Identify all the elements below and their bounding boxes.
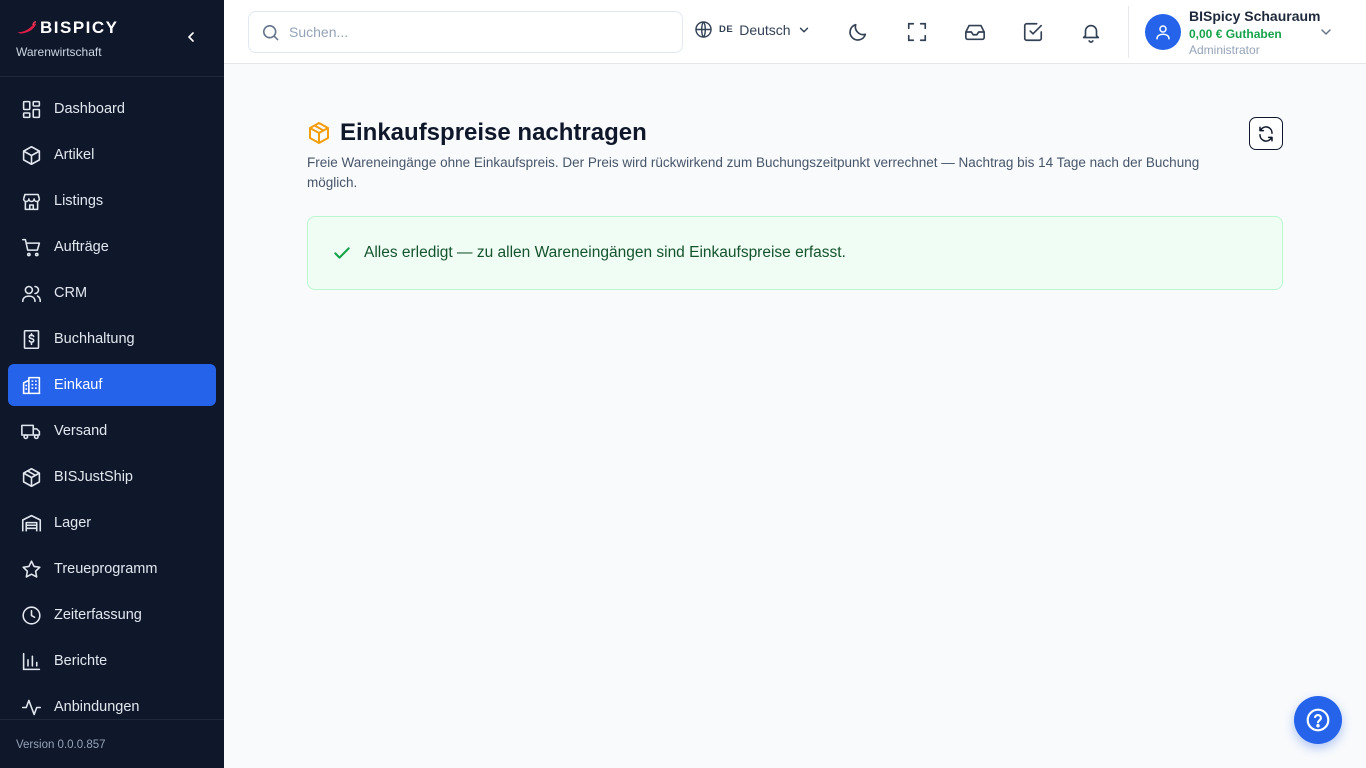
sidebar-item-treueprogramm[interactable]: Treueprogramm <box>8 548 216 590</box>
fullscreen-button[interactable] <box>905 20 929 44</box>
cart-icon <box>20 236 42 258</box>
language-code: DE <box>719 24 734 35</box>
success-message: Alles erledigt — zu allen Wareneingängen… <box>364 244 846 261</box>
sidebar-item-berichte[interactable]: Berichte <box>8 640 216 682</box>
language-selector[interactable]: DE Deutsch <box>694 20 811 39</box>
help-button[interactable] <box>1294 696 1342 744</box>
dashboard-icon <box>20 98 42 120</box>
chevron-down-icon <box>799 27 808 32</box>
chevron-left-icon <box>188 32 194 42</box>
moon-icon <box>849 23 867 41</box>
page-description: Freie Wareneingänge ohne Einkaufspreis. … <box>307 155 1200 190</box>
avatar[interactable] <box>1145 14 1181 50</box>
topbar: DE Deutsch BISpicy Schauraum 0,00 € Guth… <box>224 0 1366 64</box>
user-credit: 0,00 € Guthaben <box>1189 27 1282 41</box>
sidebar-item-label: Treueprogramm <box>54 561 158 577</box>
page-title-row: Einkaufspreise nachtragen <box>307 119 1237 147</box>
sidebar-item-dashboard[interactable]: Dashboard <box>8 88 216 130</box>
chili-icon <box>18 21 37 34</box>
language-label: Deutsch <box>739 21 791 38</box>
star-icon <box>20 558 42 580</box>
help-circle-icon <box>1306 708 1330 732</box>
sidebar-item-artikel[interactable]: Artikel <box>8 134 216 176</box>
building-icon <box>20 374 42 396</box>
sidebar-nav: Dashboard Artikel Listings Aufträge CRM <box>0 77 224 728</box>
sidebar-item-label: BISJustShip <box>54 469 133 485</box>
package-icon <box>20 466 42 488</box>
box-icon <box>20 144 42 166</box>
sidebar-item-label: Anbindungen <box>54 699 140 715</box>
globe-icon <box>695 21 712 38</box>
sidebar: BISPICY Warenwirtschaft Dashboard Artike… <box>0 0 224 768</box>
sidebar-item-versand[interactable]: Versand <box>8 410 216 452</box>
bell-icon <box>1082 24 1100 43</box>
sidebar-item-label: Einkauf <box>54 377 103 393</box>
warehouse-icon <box>20 512 42 534</box>
chevron-down-icon <box>1321 29 1331 35</box>
clock-icon <box>20 604 42 626</box>
tasks-button[interactable] <box>1021 20 1045 44</box>
sidebar-item-label: Buchhaltung <box>54 331 135 347</box>
search-box[interactable] <box>248 11 683 53</box>
user-menu-toggle[interactable] <box>1318 24 1334 45</box>
sidebar-item-bisjustship[interactable]: BISJustShip <box>8 456 216 498</box>
brand-area: BISPICY Warenwirtschaft <box>0 0 224 77</box>
inbox-button[interactable] <box>963 20 987 44</box>
topbar-divider <box>1128 6 1129 58</box>
sidebar-item-buchhaltung[interactable]: Buchhaltung <box>8 318 216 360</box>
check-icon <box>334 247 350 259</box>
sidebar-item-label: Aufträge <box>54 239 109 255</box>
sidebar-item-label: Lager <box>54 515 92 531</box>
page-title: Einkaufspreise nachtragen <box>340 119 647 146</box>
package-icon <box>309 122 329 144</box>
search-icon <box>262 24 279 40</box>
sidebar-item-label: Dashboard <box>54 101 125 117</box>
success-alert: Alles erledigt — zu allen Wareneingängen… <box>307 216 1283 290</box>
main-content: Einkaufspreise nachtragen Freie Warenein… <box>224 64 1366 768</box>
inbox-icon <box>965 24 985 41</box>
page-header: Einkaufspreise nachtragen Freie Warenein… <box>307 119 1237 193</box>
sidebar-item-label: Listings <box>54 193 104 209</box>
brand-name: BISPICY <box>40 18 119 37</box>
user-name: BISpicy Schauraum <box>1189 8 1321 24</box>
activity-icon <box>20 696 42 718</box>
notifications-button[interactable] <box>1079 20 1103 44</box>
refresh-icon <box>1259 125 1273 142</box>
user-role: Administrator <box>1189 43 1260 57</box>
bar-chart-icon <box>20 650 42 672</box>
sidebar-item-einkauf[interactable]: Einkauf <box>8 364 216 406</box>
sidebar-item-label: Versand <box>54 423 108 439</box>
search-input[interactable] <box>289 24 669 40</box>
sidebar-item-crm[interactable]: CRM <box>8 272 216 314</box>
sidebar-item-label: Berichte <box>54 653 108 669</box>
user-menu[interactable]: BISpicy Schauraum 0,00 € Guthaben Admini… <box>1189 8 1321 57</box>
truck-icon <box>20 420 42 442</box>
dollar-receipt-icon <box>20 328 42 350</box>
sidebar-item-zeiterfassung[interactable]: Zeiterfassung <box>8 594 216 636</box>
users-icon <box>20 282 42 304</box>
refresh-button[interactable] <box>1249 117 1283 150</box>
store-icon <box>20 190 42 212</box>
sidebar-item-label: Zeiterfassung <box>54 607 142 623</box>
sidebar-item-label: CRM <box>54 285 88 301</box>
sidebar-item-label: Artikel <box>54 147 95 163</box>
dark-mode-button[interactable] <box>846 20 870 44</box>
app-version: Version 0.0.0.857 <box>0 719 224 768</box>
sidebar-item-listings[interactable]: Listings <box>8 180 216 222</box>
user-icon <box>1156 25 1170 40</box>
fullscreen-icon <box>907 22 927 42</box>
checkbox-icon <box>1023 22 1043 42</box>
collapse-sidebar-button[interactable] <box>180 26 202 48</box>
sidebar-item-auftraege[interactable]: Aufträge <box>8 226 216 268</box>
sidebar-item-lager[interactable]: Lager <box>8 502 216 544</box>
